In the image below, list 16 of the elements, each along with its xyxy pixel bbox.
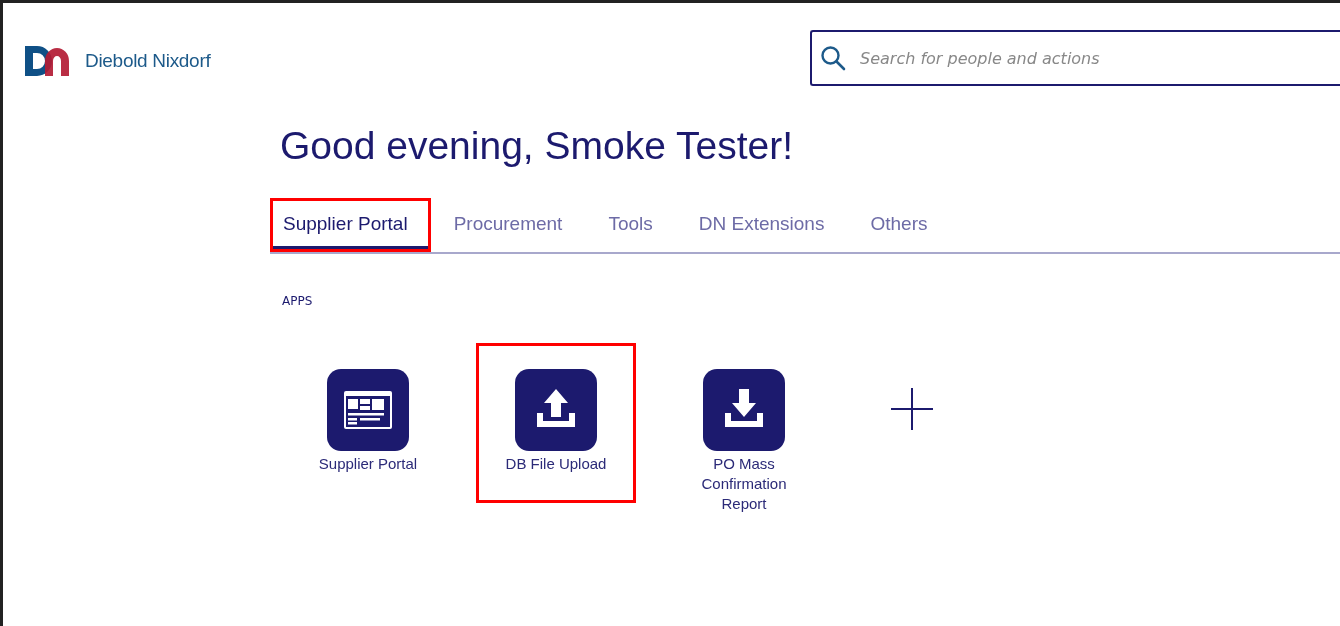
tab[interactable]: Procurement — [440, 198, 586, 252]
tab[interactable]: Others — [857, 198, 951, 252]
upload-icon — [515, 369, 597, 451]
section-title: APPS — [282, 294, 314, 308]
app-tile[interactable]: PO Mass Confirmation Report — [664, 343, 824, 521]
plus-icon[interactable] — [891, 388, 933, 430]
tab[interactable]: DN Extensions — [685, 198, 848, 252]
dashboard-icon — [327, 369, 409, 451]
greeting-heading: Good evening, Smoke Tester! — [280, 124, 795, 168]
search-field[interactable]: Search for people and actions — [810, 30, 1340, 86]
tab[interactable]: Tools — [595, 198, 676, 252]
brand-name: Diebold Nixdorf — [85, 50, 211, 72]
highlighted-app-tile[interactable]: DB File Upload — [476, 343, 636, 503]
download-icon — [703, 369, 785, 451]
tab[interactable]: Supplier Portal — [270, 198, 431, 252]
app-tile[interactable]: Supplier Portal — [288, 343, 448, 503]
